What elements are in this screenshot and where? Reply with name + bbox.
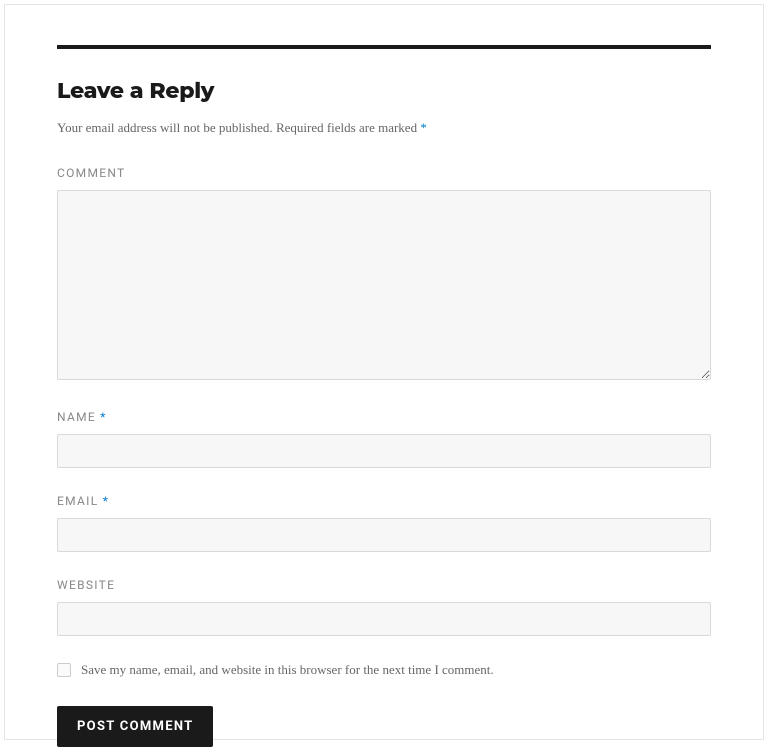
privacy-note-required: Required fields are marked xyxy=(276,120,417,135)
reply-heading: Leave a Reply xyxy=(57,77,711,104)
comment-textarea[interactable] xyxy=(57,190,711,380)
consent-label: Save my name, email, and website in this… xyxy=(81,662,494,678)
name-label: NAME * xyxy=(57,410,711,424)
website-label: WEBSITE xyxy=(57,578,711,592)
required-asterisk-icon: * xyxy=(103,494,109,508)
consent-row: Save my name, email, and website in this… xyxy=(57,662,711,678)
name-label-text: NAME xyxy=(57,410,96,424)
comment-field-group: COMMENT xyxy=(57,166,711,384)
website-field-group: WEBSITE xyxy=(57,578,711,636)
email-label: EMAIL * xyxy=(57,494,711,508)
required-asterisk-icon: * xyxy=(420,120,427,135)
privacy-note-prefix: Your email address will not be published… xyxy=(57,120,273,135)
top-divider xyxy=(57,45,711,49)
required-asterisk-icon: * xyxy=(100,410,106,424)
website-input[interactable] xyxy=(57,602,711,636)
email-field-group: EMAIL * xyxy=(57,494,711,552)
email-label-text: EMAIL xyxy=(57,494,98,508)
name-field-group: NAME * xyxy=(57,410,711,468)
privacy-note: Your email address will not be published… xyxy=(57,120,711,136)
post-comment-button[interactable]: POST COMMENT xyxy=(57,706,213,747)
name-input[interactable] xyxy=(57,434,711,468)
email-input[interactable] xyxy=(57,518,711,552)
comment-form-card: Leave a Reply Your email address will no… xyxy=(4,4,764,740)
consent-checkbox[interactable] xyxy=(57,663,71,677)
comment-label: COMMENT xyxy=(57,166,711,180)
